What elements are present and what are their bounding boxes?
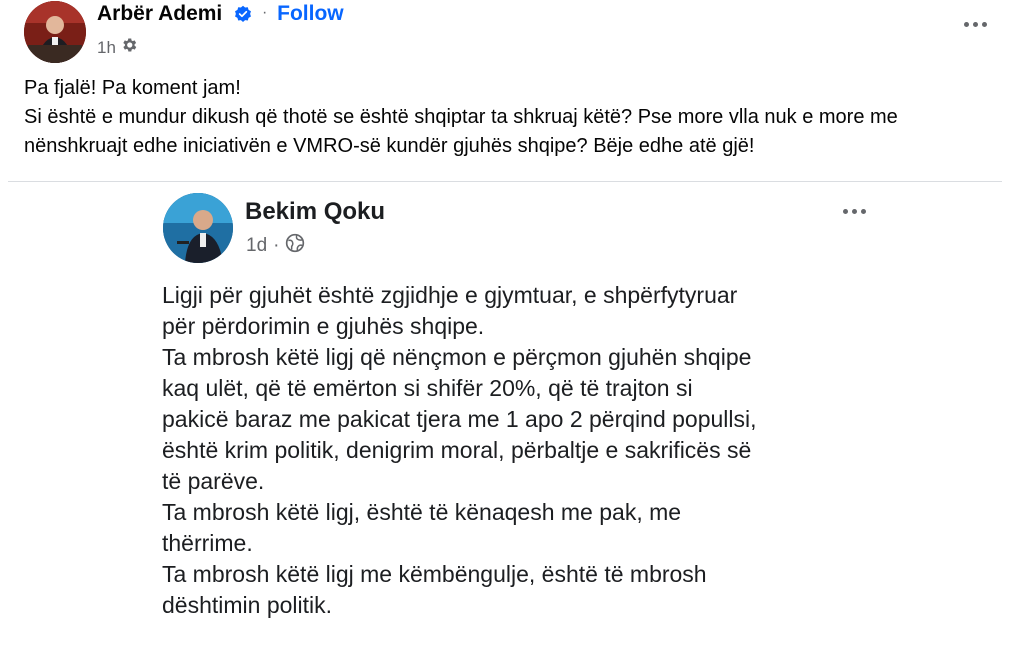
gear-icon[interactable] (120, 36, 138, 59)
follow-button[interactable]: Follow (277, 2, 344, 25)
shared-more-options-icon (836, 203, 872, 219)
shared-line: është krim politik, denigrim moral, përb… (162, 437, 752, 463)
post-body: Pa fjalë! Pa koment jam! Si është e mund… (24, 74, 1004, 161)
post-line: Si është e mundur dikush që thotë se ësh… (24, 106, 898, 128)
verified-badge-icon (234, 5, 252, 29)
facebook-post: Arbër Ademi · Follow 1h Pa fjalë! Pa kom… (0, 0, 1009, 652)
shared-line: dështimin politik. (162, 592, 333, 618)
more-options-button[interactable] (957, 12, 993, 36)
post-time[interactable]: 1h (97, 38, 116, 58)
shared-line: Ta mbrosh këtë ligj me këmbëngulje, ësht… (162, 561, 707, 587)
shared-post-body: Ligji për gjuhët është zgjidhje e gjymtu… (162, 280, 922, 621)
shared-author-photo (163, 193, 233, 263)
shared-line: kaq ulët, që të emërton si shifër 20%, q… (162, 375, 693, 401)
shared-line: për përdorimin e gjuhës shqipe. (162, 313, 485, 339)
author-name[interactable]: Arbër Ademi (97, 2, 222, 25)
separator-dot: · (261, 4, 268, 21)
shared-line: Ligji për gjuhët është zgjidhje e gjymtu… (162, 282, 738, 308)
shared-line: Ta mbrosh këtë ligj, është të kënaqesh m… (162, 499, 682, 525)
post-line: nënshkruajt edhe iniciativën e VMRO-së k… (24, 135, 755, 157)
more-horizontal-icon (963, 21, 969, 27)
author-avatar[interactable] (24, 1, 86, 63)
shared-post-meta: 1d · (246, 233, 305, 259)
post-line: Pa fjalë! Pa koment jam! (24, 77, 241, 99)
post-meta: 1h (97, 36, 138, 59)
shared-line: Ta mbrosh këtë ligj që nënçmon e përçmon… (162, 344, 752, 370)
author-photo (24, 1, 86, 63)
shared-line: thërrime. (162, 530, 253, 556)
shared-line: të parëve. (162, 468, 265, 494)
separator-dot: · (273, 235, 280, 256)
globe-icon (285, 233, 305, 259)
shared-author-avatar (163, 193, 233, 263)
shared-line: pakicë baraz me pakicat tjera me 1 apo 2… (162, 406, 757, 432)
shared-post-time: 1d (246, 235, 268, 256)
shared-author-name: Bekim Qoku (245, 198, 386, 225)
author-line: Arbër Ademi · Follow (97, 2, 344, 29)
